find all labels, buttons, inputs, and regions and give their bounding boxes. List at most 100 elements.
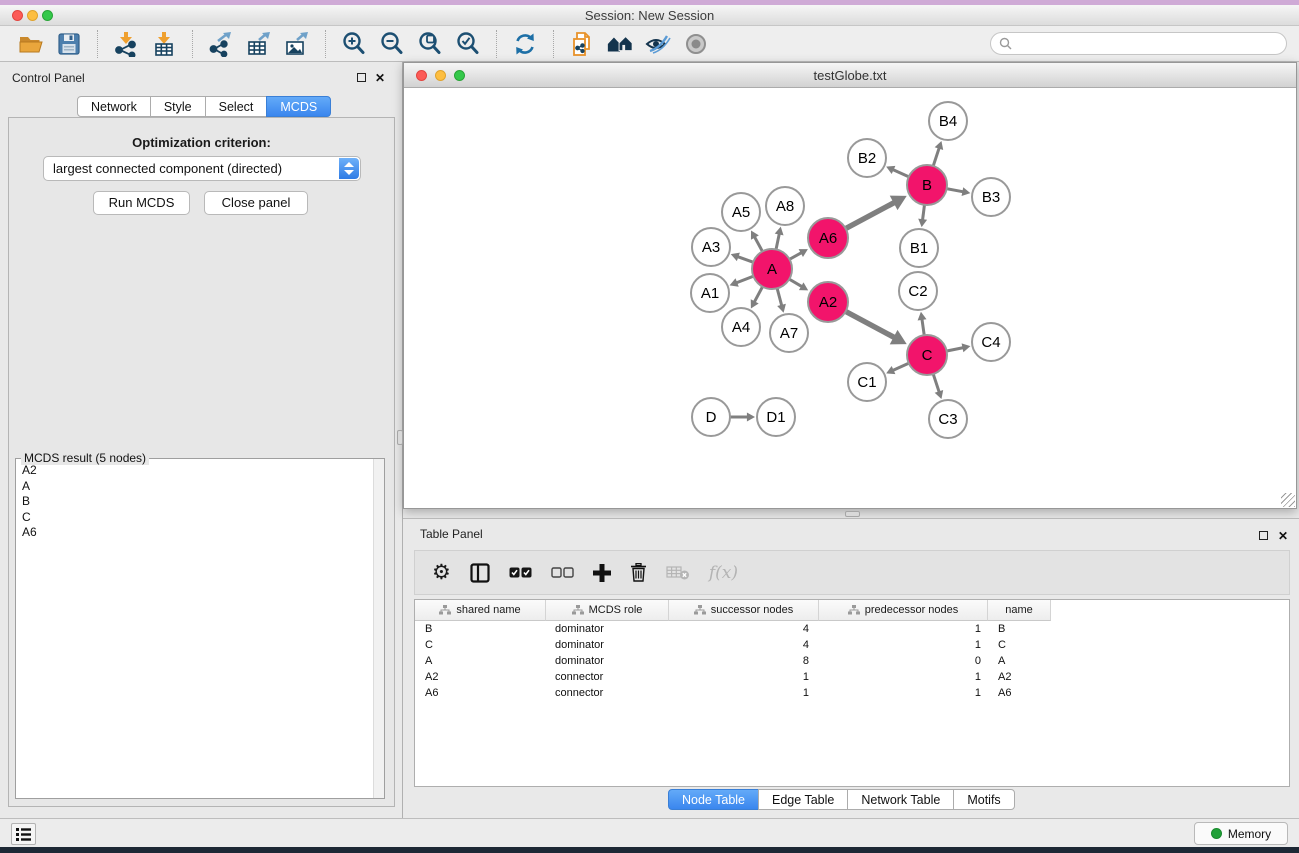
create-column-button[interactable] [593,564,611,582]
graph-node-C2[interactable]: C2 [899,272,937,310]
graph-node-B[interactable]: B [907,165,947,205]
tab-node-table[interactable]: Node Table [668,789,759,810]
graph-node-A6[interactable]: A6 [808,218,848,258]
tab-style[interactable]: Style [150,96,206,117]
deselect-all-button[interactable] [551,567,574,578]
mcds-result-item[interactable]: C [17,510,372,526]
column-header-name[interactable]: name [988,600,1051,621]
save-session-button[interactable] [55,30,83,58]
close-panel-icon[interactable]: ✕ [1278,530,1288,542]
graph-node-A2[interactable]: A2 [808,282,848,322]
graph-node-A[interactable]: A [752,249,792,289]
network-graph[interactable]: A A6 A2 B C A5 A8 A3 A1A4 A7 B2 B4B3 B1 C2 C4 C1 C3 D D1 [404,89,1296,508]
svg-text:A8: A8 [776,198,794,215]
application-window: Session: New Session [0,0,1299,853]
open-session-button[interactable] [17,30,45,58]
window-resize-grip[interactable] [1281,493,1295,507]
table-row[interactable]: A6connector11A6 [415,685,1289,701]
zoom-in-button[interactable] [340,30,368,58]
graph-node-A8[interactable]: A8 [766,187,804,225]
hide-selected-button[interactable] [644,30,672,58]
table-row[interactable]: Bdominator41B [415,621,1289,637]
column-header-successor-nodes[interactable]: successor nodes [669,600,819,621]
graph-node-D[interactable]: D [692,398,730,436]
float-panel-icon[interactable] [1259,531,1268,540]
graph-node-B4[interactable]: B4 [929,102,967,140]
scrollbar-track[interactable] [373,459,384,798]
eye-icon [683,31,709,57]
graph-node-B2[interactable]: B2 [848,139,886,177]
export-image-button[interactable] [283,30,311,58]
float-panel-icon[interactable] [357,73,366,82]
horizontal-splitter-grip[interactable] [845,511,860,517]
memory-button[interactable]: Memory [1194,822,1288,845]
search-field[interactable] [990,32,1287,55]
main-toolbar [0,26,1299,62]
table-settings-button[interactable]: ⚙ [432,562,451,583]
graph-node-C3[interactable]: C3 [929,400,967,438]
toolbar-separator [496,30,497,58]
table-row[interactable]: Adominator80A [415,653,1289,669]
table-row[interactable]: A2connector11A2 [415,669,1289,685]
mcds-result-item[interactable]: B [17,494,372,510]
table-row[interactable]: Cdominator41C [415,637,1289,653]
table-cell: A6 [415,687,546,699]
zoom-selected-button[interactable] [454,30,482,58]
graph-node-A5[interactable]: A5 [722,193,760,231]
mcds-result-list[interactable]: A2ABCA6 [17,463,372,797]
tab-edge-table[interactable]: Edge Table [758,789,848,810]
task-history-button[interactable] [11,823,36,845]
tab-motifs[interactable]: Motifs [953,789,1014,810]
mcds-result-item[interactable]: A [17,479,372,495]
function-builder-button[interactable]: f(x) [709,563,738,583]
show-selected-button[interactable] [682,30,710,58]
graph-node-A4[interactable]: A4 [722,308,760,346]
run-mcds-button[interactable]: Run MCDS [93,191,190,215]
svg-text:B: B [922,177,932,194]
select-all-button[interactable] [509,567,532,578]
graph-node-B3[interactable]: B3 [972,178,1010,216]
graph-node-B1[interactable]: B1 [900,229,938,267]
graph-node-C4[interactable]: C4 [972,323,1010,361]
import-network-button[interactable] [112,30,140,58]
show-graphics-details-button[interactable] [606,30,634,58]
delete-column-button[interactable] [630,563,647,582]
graph-node-D1[interactable]: D1 [757,398,795,436]
delete-table-button[interactable] [666,565,690,581]
export-table-button[interactable] [245,30,273,58]
column-header-predecessor-nodes[interactable]: predecessor nodes [819,600,988,621]
graph-node-A3[interactable]: A3 [692,228,730,266]
import-table-button[interactable] [150,30,178,58]
mcds-result-item[interactable]: A2 [17,463,372,479]
zoom-out-button[interactable] [378,30,406,58]
graph-node-A1[interactable]: A1 [691,274,729,312]
tab-select[interactable]: Select [205,96,268,117]
tab-network-table[interactable]: Network Table [847,789,954,810]
zoom-fit-button[interactable] [416,30,444,58]
graph-node-C1[interactable]: C1 [848,363,886,401]
column-header-shared-name[interactable]: shared name [415,600,546,621]
export-network-button[interactable] [207,30,235,58]
clone-network-button[interactable] [568,30,596,58]
tab-mcds[interactable]: MCDS [266,96,331,117]
column-header-mcds-role[interactable]: MCDS role [546,600,669,621]
table-panel-tabs: Node TableEdge TableNetwork TableMotifs [668,789,1015,810]
graph-node-C[interactable]: C [907,335,947,375]
close-panel-icon[interactable]: ✕ [375,72,385,84]
table-cell: dominator [546,655,669,667]
export-table-icon [246,31,272,57]
search-input[interactable] [1017,37,1278,51]
tab-network[interactable]: Network [77,96,151,117]
mcds-result-item[interactable]: A6 [17,525,372,541]
refresh-view-button[interactable] [511,30,539,58]
graph-node-A7[interactable]: A7 [770,314,808,352]
vertical-splitter-grip[interactable] [397,430,403,445]
close-panel-button[interactable]: Close panel [204,191,308,215]
svg-text:D: D [706,409,717,426]
network-window-titlebar[interactable]: testGlobe.txt [404,63,1296,88]
control-panel: Control Panel ✕ NetworkStyleSelectMCDS O… [0,62,403,818]
table-cell: A6 [988,687,1051,699]
virtual-column-icon [694,605,706,615]
optimization-select[interactable]: largest connected component (directed) [43,156,361,181]
show-column-panel-button[interactable] [470,563,490,583]
